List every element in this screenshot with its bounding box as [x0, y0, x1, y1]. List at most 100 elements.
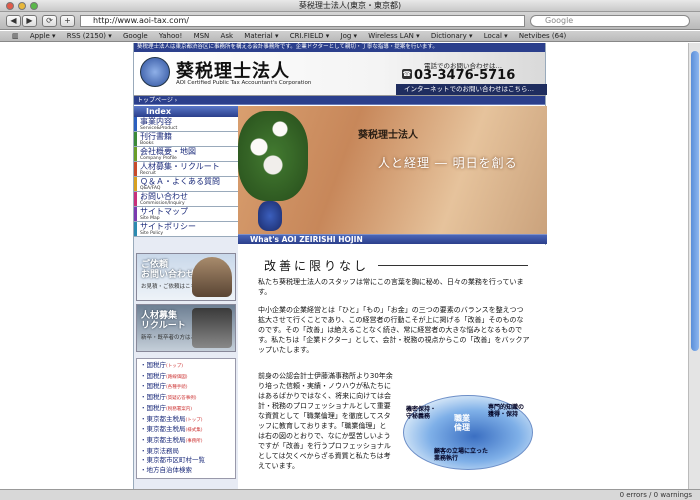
link-note: (トップ)	[166, 364, 184, 369]
zoom-window-icon[interactable]	[30, 2, 38, 10]
menu-bar-marker	[134, 207, 137, 221]
page-viewport: 葵税理士法人は東京都渋谷区に事務所を構える会計事務所です。企業ドクターとして親切…	[0, 43, 688, 489]
forward-button[interactable]: ▶	[22, 15, 37, 27]
bookmark-item[interactable]: Ask	[221, 32, 234, 40]
external-link[interactable]: ・国税庁(質疑応答事例)	[140, 393, 232, 404]
link-text: ・東京都主税局	[140, 414, 186, 423]
link-note: (各種手続)	[166, 385, 188, 391]
menu-label: Ｑ＆Ａ・よくある質問	[140, 177, 220, 186]
menu-sublabel: Books	[140, 141, 154, 146]
window-title: 葵税理士法人(東京・東京都)	[298, 1, 402, 10]
menu-sublabel: Company Profile	[140, 156, 177, 161]
menu-item-company[interactable]: 会社概要・地図 Company Profile	[134, 147, 238, 162]
menu-item-policy[interactable]: サイトポリシー Site Policy	[134, 222, 238, 237]
bookmark-item[interactable]: Wireless LAN ▾	[368, 32, 419, 40]
management-paragraph: 中小企業の企業経営とは「ひと」「もの」「お金」の三つの要素のバランスを整えつつ拡…	[258, 306, 530, 354]
link-note: (質疑応答事例)	[166, 396, 197, 402]
link-note: (トップ)	[185, 417, 203, 423]
ethics-diagram: 職業 倫理 機密保持・ 守秘義務 専門的知識の 獲得・保持 顧客の立場に立った 業務執行	[403, 395, 533, 470]
browser-toolbar: ◀ ▶ ⟳ + http://www.aoi-tax.com/ Google	[0, 12, 700, 30]
search-placeholder: Google	[545, 16, 574, 25]
link-note: (事務所)	[185, 438, 203, 444]
recruit-banner[interactable]: 人材募集 リクルート 新卒・既卒者の方はこちら	[136, 304, 236, 352]
banner-title: 人材募集 リクルート	[141, 311, 186, 331]
bookmark-item[interactable]: CRI.FIELD ▾	[290, 32, 330, 40]
window-titlebar: 葵税理士法人(東京・東京都)	[0, 0, 700, 12]
intro-paragraph: 私たち葵税理士法人のスタッフは常にこの言葉を胸に秘め、日々の業務を行っています。	[258, 278, 524, 296]
menu-sublabel: Service&Product	[140, 126, 178, 131]
site-container: 葵税理士法人は東京都渋谷区に事務所を構える会計事務所です。企業ドクターとして親切…	[133, 43, 547, 489]
external-link[interactable]: ・国税庁(路線価図)	[140, 372, 232, 383]
link-text: ・国税庁	[140, 403, 166, 412]
status-text: 0 errors / 0 warnings	[619, 491, 692, 499]
menu-item-faq[interactable]: Ｑ＆Ａ・よくある質問 Q&A/FAQ	[134, 177, 238, 192]
phone-icon: ☎	[402, 69, 412, 79]
bookmark-item[interactable]: Dictionary ▾	[431, 32, 473, 40]
menu-item-inquiry[interactable]: お問い合わせ Commission/Inquiry	[134, 192, 238, 207]
external-link[interactable]: ・国税庁(トップ)	[140, 361, 232, 372]
bookmarks-icon[interactable]: ▥	[12, 32, 19, 40]
diagram-label-knowledge: 専門的知識の 獲得・保持	[488, 404, 524, 418]
bookmark-item[interactable]: Material ▾	[244, 32, 278, 40]
flower-arrangement	[238, 111, 308, 201]
external-link[interactable]: ・東京法務局	[140, 447, 232, 457]
diagram-label-line: 顧客の立場に立った	[434, 448, 489, 455]
vase	[258, 201, 282, 231]
refresh-button[interactable]: ⟳	[42, 15, 57, 27]
bookmark-item[interactable]: Yahoo!	[159, 32, 182, 40]
external-link[interactable]: ・国税庁(各種手続)	[140, 382, 232, 393]
operator-photo	[192, 257, 232, 297]
menu-bar-marker	[134, 132, 137, 146]
back-button[interactable]: ◀	[6, 15, 21, 27]
menu-item-recruit[interactable]: 人材募集・リクルート Recruit	[134, 162, 238, 177]
bookmark-item[interactable]: MSN	[194, 32, 210, 40]
diagram-label-confidentiality: 機密保持・ 守秘義務	[406, 406, 436, 420]
menu-label: 会社概要・地図	[140, 147, 196, 156]
bookmarks-bar: ▥ Apple ▾ RSS (2150) ▾ Google Yahoo! MSN…	[0, 31, 700, 42]
external-link[interactable]: ・東京都主税局(トップ)	[140, 415, 232, 426]
menu-item-sitemap[interactable]: サイトマップ Site Map	[134, 207, 238, 222]
breadcrumb[interactable]: トップページ ›	[134, 96, 545, 105]
company-logo-icon[interactable]	[140, 57, 170, 87]
close-window-icon[interactable]	[6, 2, 14, 10]
url-bar[interactable]: http://www.aoi-tax.com/	[80, 15, 525, 27]
bookmark-item[interactable]: Apple ▾	[30, 32, 56, 40]
external-link[interactable]: ・東京都主税局(事務所)	[140, 436, 232, 447]
menu-bar-marker	[134, 177, 137, 191]
bookmark-item[interactable]: Local ▾	[484, 32, 508, 40]
vertical-scrollbar[interactable]	[688, 43, 700, 489]
banner-title-line: 人材募集	[141, 311, 178, 321]
menu-label: サイトポリシー	[140, 222, 196, 231]
bookmark-item[interactable]: Jog ▾	[341, 32, 358, 40]
bookmark-item[interactable]: Google	[123, 32, 148, 40]
site-intro-bar: 葵税理士法人は東京都渋谷区に事務所を構える会計事務所です。企業ドクターとして親切…	[134, 43, 545, 52]
hero-image: 葵税理士法人 人と経理 ― 明日を創る	[238, 106, 547, 234]
external-link[interactable]: ・国税庁(税務署案内)	[140, 404, 232, 415]
office-sign: 葵税理士法人	[358, 130, 418, 141]
link-text: ・国税庁	[140, 371, 166, 380]
diagram-label-line: 獲得・保持	[488, 411, 519, 418]
menu-label: 人材募集・リクルート	[140, 162, 220, 171]
menu-item-books[interactable]: 刊行書籍 Books	[134, 132, 238, 147]
external-link[interactable]: ・東京都主税局(様式集)	[140, 425, 232, 436]
link-text: ・東京都主税局	[140, 435, 186, 444]
url-text: http://www.aoi-tax.com/	[93, 16, 189, 25]
bookmark-item[interactable]: RSS (2150) ▾	[67, 32, 112, 40]
bookmark-item[interactable]: Netvibes (64)	[519, 32, 566, 40]
internet-inquiry-link[interactable]: インターネットでのお問い合わせはこちら…	[396, 84, 547, 95]
menu-bar-marker	[134, 192, 137, 206]
main-column: 葵税理士法人 人と経理 ― 明日を創る What's AOI ZEIRISHI …	[238, 106, 547, 489]
add-bookmark-button[interactable]: +	[60, 15, 75, 27]
banner-title-line: ご依頼	[141, 260, 169, 270]
external-link[interactable]: ・地方自治体検索	[140, 466, 232, 476]
minimize-window-icon[interactable]	[18, 2, 26, 10]
scrollbar-thumb[interactable]	[691, 51, 699, 351]
menu-sublabel: Commission/Inquiry	[140, 201, 185, 206]
external-link[interactable]: ・東京都市区町村一覧	[140, 456, 232, 466]
menu-item-services[interactable]: 事業内容 Service&Product	[134, 117, 238, 132]
site-header: 葵税理士法人 AOI Certified Public Tax Accounta…	[134, 52, 547, 96]
search-input[interactable]: Google	[530, 15, 690, 27]
external-links-list: ・国税庁(トップ) ・国税庁(路線価図) ・国税庁(各種手続) ・国税庁(質疑応…	[136, 358, 236, 479]
inquiry-banner[interactable]: ご依頼 お問い合わせ お見積・ご依頼はこちら	[136, 253, 236, 301]
diagram-label-line: 機密保持・	[406, 406, 437, 413]
